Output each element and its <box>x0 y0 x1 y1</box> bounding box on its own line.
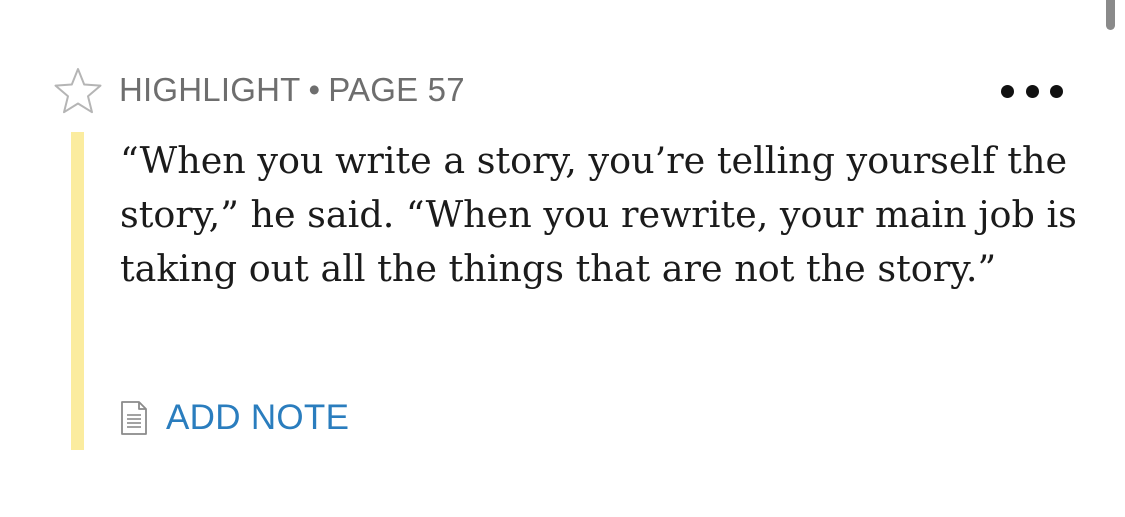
highlight-meta: HIGHLIGHT • PAGE 57 <box>119 71 465 109</box>
more-options-button[interactable] <box>995 76 1069 106</box>
document-icon <box>121 401 147 435</box>
more-dot-icon <box>1025 84 1039 98</box>
add-note-label: ADD NOTE <box>166 398 350 437</box>
highlight-quote: “When you write a story, you’re telling … <box>120 139 1077 290</box>
highlight-color-bar <box>71 132 84 450</box>
highlight-header: HIGHLIGHT • PAGE 57 <box>53 66 465 114</box>
add-note-button[interactable]: ADD NOTE <box>120 396 349 440</box>
highlight-type-label: HIGHLIGHT <box>119 71 301 108</box>
scroll-indicator[interactable] <box>1106 0 1115 30</box>
more-dot-icon <box>1001 84 1014 98</box>
star-icon[interactable] <box>53 66 103 114</box>
meta-separator: • <box>308 71 321 108</box>
more-dot-icon <box>1050 84 1063 98</box>
page-label: PAGE 57 <box>328 71 465 108</box>
